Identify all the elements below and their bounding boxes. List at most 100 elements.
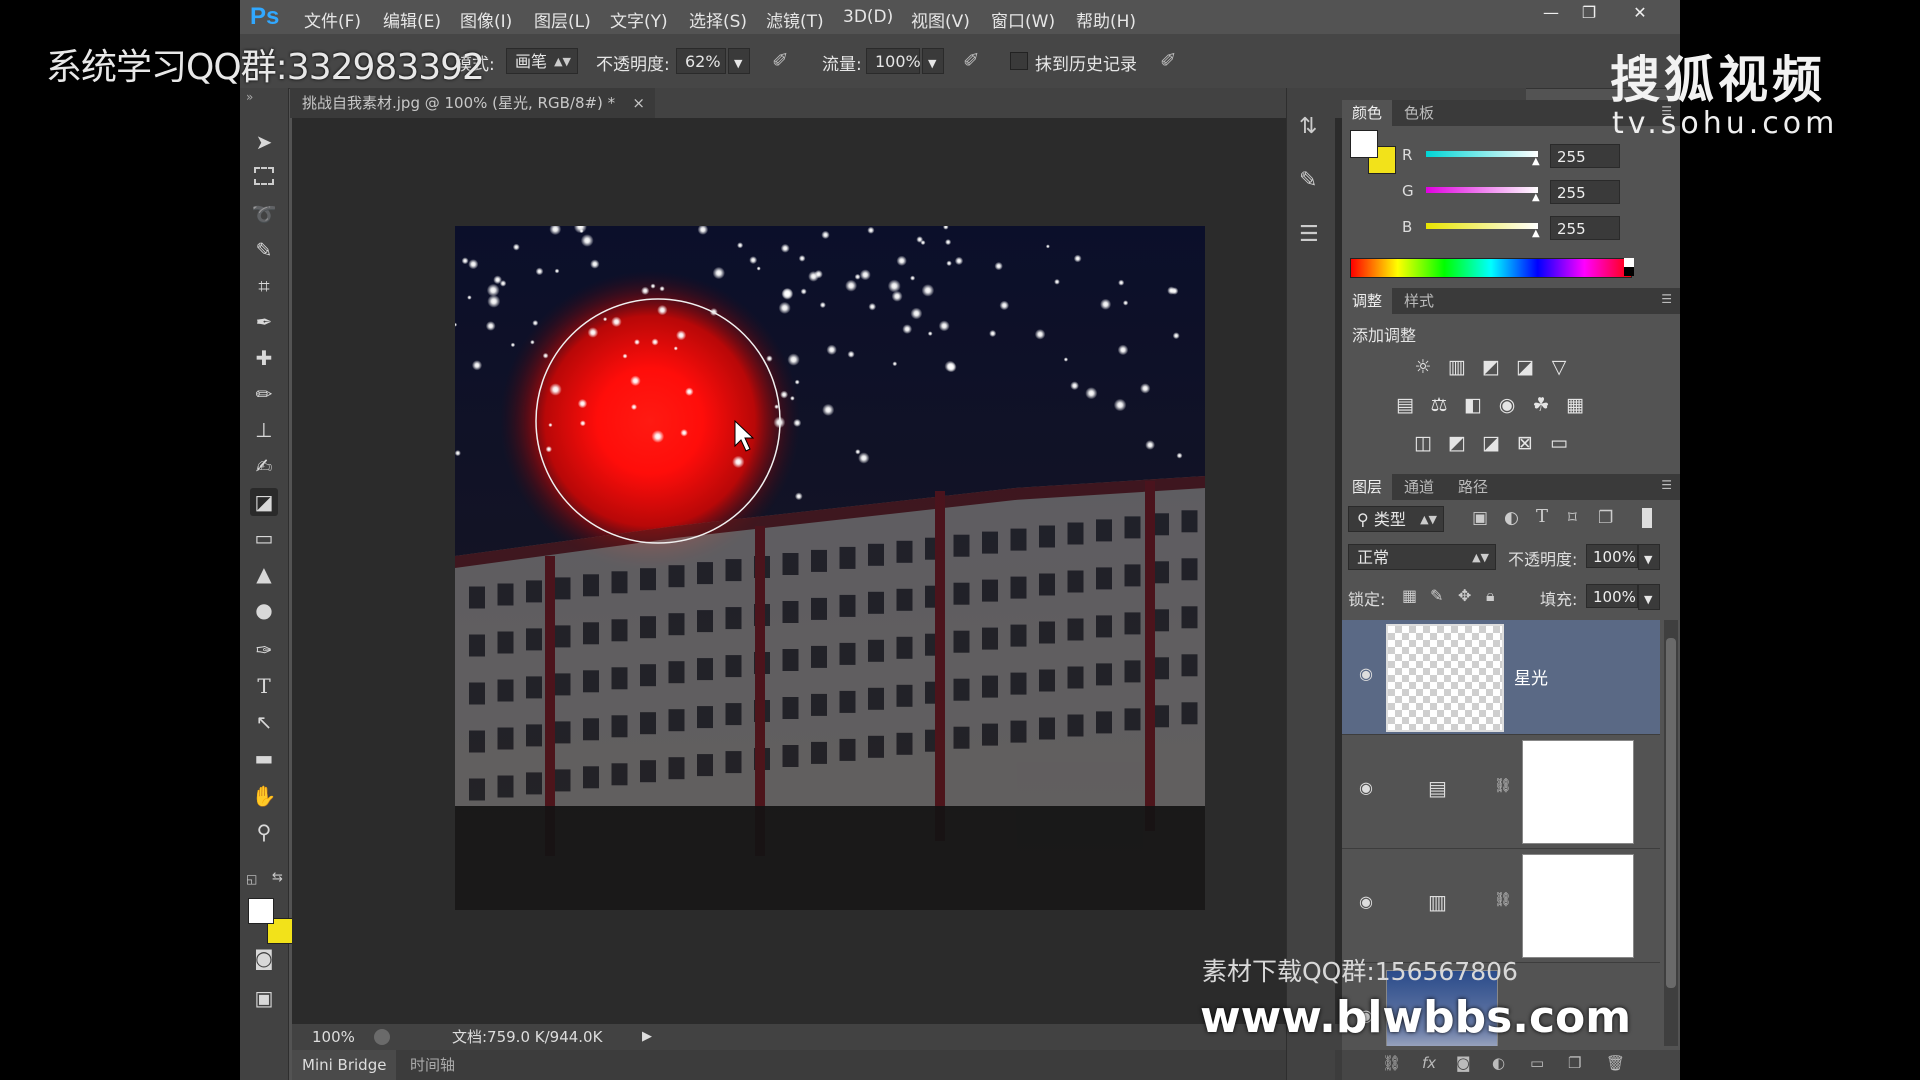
fx-icon[interactable]: fx — [1422, 1054, 1436, 1072]
layers-scrollbar[interactable] — [1664, 620, 1678, 1046]
color-lookup-icon[interactable]: ▦ — [1562, 392, 1588, 418]
menu-view[interactable]: 视图(V) — [911, 7, 970, 32]
opacity-input[interactable]: 62% — [676, 48, 726, 74]
fill-dropdown-button[interactable]: ▼ — [1638, 584, 1660, 610]
filter-pixel-icon[interactable]: ▣ — [1472, 508, 1488, 528]
tab-mini-bridge[interactable]: Mini Bridge — [292, 1050, 397, 1080]
levels-icon[interactable]: ▥ — [1444, 354, 1470, 380]
tab-styles[interactable]: 样式 — [1394, 288, 1444, 314]
layer-row-adjustment-1[interactable]: ◉ ▤ ⛓ — [1342, 734, 1660, 849]
eye-icon[interactable]: ◉ — [1356, 778, 1376, 798]
filter-type-icon[interactable]: T — [1536, 506, 1548, 527]
document-tab[interactable]: 挑战自我素材.jpg @ 100% (星光, RGB/8#) * × — [290, 88, 655, 118]
screen-mode-icon[interactable]: ▣ — [250, 984, 278, 1012]
menu-image[interactable]: 图像(I) — [460, 7, 512, 32]
history-brush-tool-icon[interactable]: ✍ — [250, 452, 278, 480]
airbrush-icon[interactable]: ✐ — [963, 48, 980, 72]
invert-icon[interactable]: ◫ — [1410, 430, 1436, 456]
lock-pixels-icon[interactable]: ✎ — [1430, 586, 1443, 605]
opacity-dropdown-button[interactable]: ▼ — [728, 48, 750, 74]
filter-shape-icon[interactable]: ⌑ — [1568, 508, 1577, 528]
minimize-button[interactable]: — — [1532, 2, 1570, 24]
menu-layer[interactable]: 图层(L) — [534, 7, 591, 32]
green-value-input[interactable]: 255 — [1550, 180, 1620, 204]
status-menu-arrow-icon[interactable]: ▶ — [642, 1024, 652, 1050]
pen-tool-icon[interactable]: ✑ — [250, 636, 278, 664]
airbrush-pressure-icon[interactable]: ✐ — [772, 48, 789, 72]
green-slider[interactable] — [1426, 187, 1538, 193]
layer-row-adjustment-2[interactable]: ◉ ▥ ⛓ — [1342, 848, 1660, 963]
tablet-pressure-icon[interactable]: ✐ — [1160, 48, 1177, 72]
layer-filter-dropdown[interactable]: ⚲ 类型 ▲▼ — [1348, 506, 1444, 532]
lock-all-icon[interactable]: 🔒︎ — [1486, 586, 1495, 606]
tab-adjustments[interactable]: 调整 — [1342, 288, 1393, 314]
menu-3d[interactable]: 3D(D) — [843, 7, 893, 27]
menu-filter[interactable]: 滤镜(T) — [766, 7, 824, 32]
zoom-level[interactable]: 100% — [312, 1024, 355, 1050]
eyedropper-tool-icon[interactable]: ✒ — [250, 308, 278, 336]
menu-type[interactable]: 文字(Y) — [610, 7, 668, 32]
filter-smart-object-icon[interactable]: ❐ — [1598, 508, 1613, 528]
lasso-tool-icon[interactable]: ➰ — [250, 200, 278, 228]
color-spectrum-ramp[interactable] — [1350, 258, 1632, 278]
type-tool-icon[interactable]: T — [250, 672, 278, 700]
menu-select[interactable]: 选择(S) — [689, 7, 747, 32]
link-icon[interactable]: ⛓ — [1494, 892, 1512, 908]
delete-layer-icon[interactable]: 🗑︎ — [1606, 1054, 1625, 1072]
tab-layers[interactable]: 图层 — [1342, 474, 1393, 500]
black-white-icon[interactable]: ◧ — [1460, 392, 1486, 418]
menu-window[interactable]: 窗口(W) — [991, 7, 1055, 32]
posterize-icon[interactable]: ◩ — [1444, 430, 1470, 456]
quick-selection-tool-icon[interactable]: ✎ — [250, 236, 278, 264]
exposure-icon[interactable]: ◪ — [1512, 354, 1538, 380]
move-tool-icon[interactable]: ➤ — [250, 128, 278, 156]
menu-file[interactable]: 文件(F) — [304, 7, 361, 32]
link-icon[interactable]: ⛓ — [1494, 778, 1512, 794]
add-mask-icon[interactable]: ◙ — [1456, 1054, 1471, 1072]
blur-tool-icon[interactable]: ▲ — [250, 560, 278, 588]
layer-opacity-input[interactable]: 100% — [1586, 544, 1638, 568]
tab-channels[interactable]: 通道 — [1394, 474, 1444, 500]
collapse-icon[interactable]: » — [246, 90, 253, 104]
red-slider[interactable] — [1426, 151, 1538, 157]
channel-mixer-icon[interactable]: ☘ — [1528, 392, 1554, 418]
lock-transparent-icon[interactable]: ▦ — [1402, 586, 1417, 605]
brush-panel-icon[interactable]: ✎ — [1299, 168, 1317, 193]
path-selection-tool-icon[interactable]: ↖ — [250, 708, 278, 736]
eraser-tool-icon[interactable]: ◪ — [250, 488, 278, 516]
default-colors-icon[interactable]: ◱ — [246, 872, 257, 886]
panel-menu-icon[interactable]: ☰ — [1661, 478, 1672, 492]
eye-icon[interactable]: ◉ — [1356, 892, 1376, 912]
slider-thumb-icon[interactable]: ▲ — [1532, 156, 1540, 167]
dodge-tool-icon[interactable]: ● — [250, 596, 278, 624]
properties-panel-icon[interactable]: ☰ — [1299, 222, 1319, 247]
tab-color[interactable]: 颜色 — [1342, 100, 1393, 126]
filter-adjustment-icon[interactable]: ◐ — [1504, 508, 1519, 528]
color-balance-icon[interactable]: ⚖ — [1426, 392, 1452, 418]
tab-timeline[interactable]: 时间轴 — [410, 1050, 455, 1080]
spectrum-white-swatch[interactable] — [1624, 258, 1634, 267]
blue-slider[interactable] — [1426, 223, 1538, 229]
gradient-tool-icon[interactable]: ▭ — [250, 524, 278, 552]
slider-thumb-icon[interactable]: ▲ — [1532, 192, 1540, 203]
layer-opacity-dropdown-button[interactable]: ▼ — [1638, 544, 1660, 570]
new-layer-icon[interactable]: ❐ — [1568, 1054, 1581, 1072]
panel-menu-icon[interactable]: ☰ — [1661, 292, 1672, 306]
document-image[interactable] — [455, 226, 1205, 910]
filter-toggle-switch[interactable] — [1642, 508, 1652, 528]
menu-edit[interactable]: 编辑(E) — [383, 7, 441, 32]
status-info-icon[interactable] — [374, 1029, 390, 1045]
new-adjustment-icon[interactable]: ◐ — [1492, 1054, 1505, 1072]
blend-mode-dropdown[interactable]: 正常 ▲▼ — [1348, 544, 1496, 570]
lock-position-icon[interactable]: ✥ — [1458, 586, 1471, 605]
tab-swatches[interactable]: 色板 — [1394, 100, 1444, 126]
selective-color-icon[interactable]: ⊠ — [1512, 430, 1538, 456]
close-button[interactable]: ✕ — [1621, 2, 1659, 24]
quick-mask-icon[interactable]: ◙ — [250, 944, 278, 972]
clone-stamp-tool-icon[interactable]: ⊥ — [250, 416, 278, 444]
rectangle-tool-icon[interactable]: ▬ — [250, 744, 278, 772]
fill-input[interactable]: 100% — [1586, 584, 1638, 608]
link-layers-icon[interactable]: ⛓ — [1382, 1054, 1401, 1072]
curves-icon[interactable]: ◩ — [1478, 354, 1504, 380]
brush-tool-icon[interactable]: ✏ — [250, 380, 278, 408]
